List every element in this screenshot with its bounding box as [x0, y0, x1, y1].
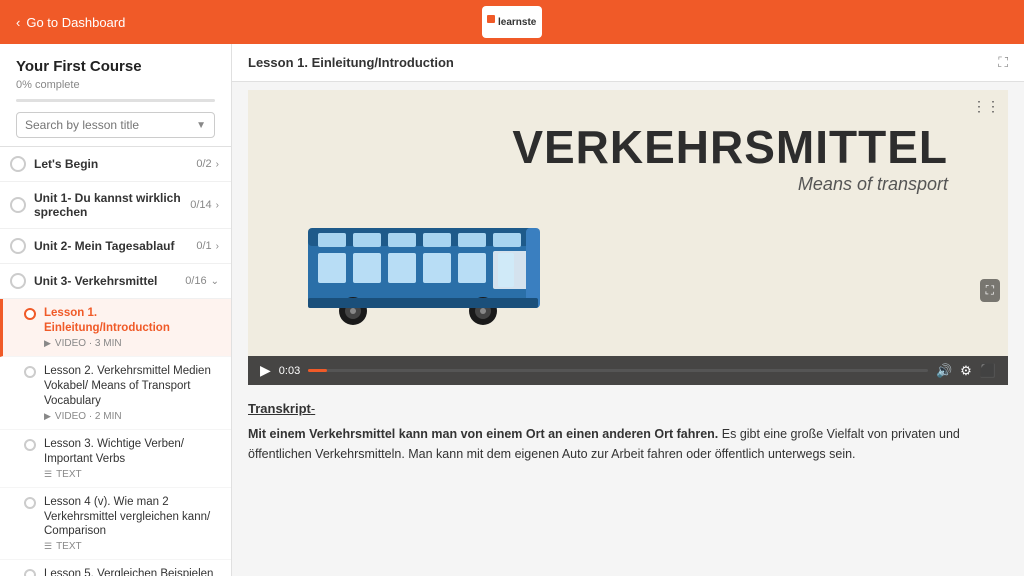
settings-icon[interactable]: ⚙ — [960, 363, 972, 379]
lesson-title: Lesson 1. Einleitung/Introduction — [44, 306, 219, 336]
transcript-section: Transkript- Mit einem Verkehrsmittel kan… — [232, 385, 1024, 480]
sidebar-item-lets-begin[interactable]: Let's Begin 0/2 › — [0, 147, 231, 182]
lesson-circle — [24, 308, 36, 320]
video-progress-bar[interactable] — [308, 369, 928, 372]
unit-circle — [10, 238, 26, 254]
video-icon: ▶ — [44, 338, 51, 349]
svg-text:learnster: learnster — [498, 17, 537, 28]
progress-bar-background — [16, 99, 215, 102]
transcript-dash: - — [311, 401, 315, 416]
video-icon: ▶ — [44, 411, 51, 422]
back-label: Go to Dashboard — [26, 15, 125, 30]
lesson-item-3[interactable]: Lesson 3. Wichtige Verben/ Important Ver… — [0, 430, 231, 488]
video-player: ⋮⋮ VERKEHRSMITTEL Means of transport — [248, 90, 1008, 385]
unit-circle — [10, 197, 26, 213]
lesson-item-1[interactable]: Lesson 1. Einleitung/Introduction ▶ VIDE… — [0, 299, 231, 357]
chevron-down-icon: › — [216, 159, 219, 170]
course-title: Your First Course — [16, 58, 215, 75]
lesson-info: Lesson 5. Vergleichen Beispielen ☰ TEXT — [44, 567, 219, 576]
lesson-title: Lesson 5. Vergleichen Beispielen — [44, 567, 219, 576]
text-icon: ☰ — [44, 469, 52, 480]
lesson-item-5[interactable]: Lesson 5. Vergleichen Beispielen ☰ TEXT — [0, 560, 231, 576]
top-bar: ‹ Go to Dashboard learnster — [0, 0, 1024, 44]
chevron-up-icon: ⌄ — [211, 276, 219, 287]
lesson-circle — [24, 497, 36, 509]
chevron-down-icon: › — [216, 241, 219, 252]
grid-icon[interactable]: ⋮⋮ — [972, 98, 1000, 115]
sidebar-item-unit1[interactable]: Unit 1- Du kannst wirklich sprechen 0/14… — [0, 182, 231, 229]
logo-text: learnster — [487, 11, 537, 34]
lesson-meta: ☰ TEXT — [44, 541, 219, 552]
lesson-circle — [24, 439, 36, 451]
unit-count: 0/16 — [185, 275, 206, 287]
bus-illustration — [298, 203, 558, 336]
lesson-circle — [24, 569, 36, 576]
lesson-meta: ☰ TEXT — [44, 469, 219, 480]
unit-name: Unit 2- Mein Tagesablauf — [34, 239, 196, 253]
chevron-down-icon: ▼ — [196, 120, 206, 131]
lesson-title: Lesson 2. Verkehrsmittel Medien Vokabel/… — [44, 364, 219, 409]
sidebar-item-unit3[interactable]: Unit 3- Verkehrsmittel 0/16 ⌄ — [0, 264, 231, 299]
play-button[interactable]: ▶ — [260, 362, 271, 379]
lesson-item-2[interactable]: Lesson 2. Verkehrsmittel Medien Vokabel/… — [0, 357, 231, 430]
lesson-type: VIDEO · 2 MIN — [55, 411, 122, 422]
sidebar-header: Your First Course 0% complete ▼ — [0, 44, 231, 147]
lesson-meta: ▶ VIDEO · 3 MIN — [44, 338, 219, 349]
unit-name: Unit 1- Du kannst wirklich sprechen — [34, 191, 190, 219]
lesson-title: Lesson 3. Wichtige Verben/ Important Ver… — [44, 437, 219, 467]
volume-icon[interactable]: 🔊 — [936, 363, 952, 379]
lesson-info: Lesson 2. Verkehrsmittel Medien Vokabel/… — [44, 364, 219, 422]
unit-name: Let's Begin — [34, 157, 196, 171]
sidebar-lesson-list: Let's Begin 0/2 › Unit 1- Du kannst wirk… — [0, 147, 231, 576]
video-controls: ▶ 0:03 🔊 ⚙ ⬛ — [248, 356, 1008, 385]
sidebar: Your First Course 0% complete ▼ Let's Be… — [0, 44, 232, 576]
transcript-bold: Mit einem Verkehrsmittel kann man von ei… — [248, 427, 718, 441]
unit-count: 0/2 — [196, 158, 211, 170]
progress-text: 0% complete — [16, 79, 215, 91]
back-arrow-icon: ‹ — [16, 15, 20, 30]
fullscreen-button[interactable]: ⛶ — [998, 54, 1008, 71]
main-layout: Your First Course 0% complete ▼ Let's Be… — [0, 44, 1024, 576]
search-input[interactable] — [25, 118, 196, 132]
video-controls-right: 🔊 ⚙ ⬛ — [936, 363, 996, 379]
lesson-title: Lesson 4 (v). Wie man 2 Verkehrsmittel v… — [44, 495, 219, 540]
lesson-item-4[interactable]: Lesson 4 (v). Wie man 2 Verkehrsmittel v… — [0, 488, 231, 561]
video-progress-fill — [308, 369, 327, 372]
unit-circle — [10, 273, 26, 289]
unit-count: 0/14 — [190, 199, 211, 211]
unit-circle — [10, 156, 26, 172]
unit-name: Unit 3- Verkehrsmittel — [34, 274, 185, 288]
current-time: 0:03 — [279, 365, 300, 377]
transcript-body: Mit einem Verkehrsmittel kann man von ei… — [248, 424, 1008, 464]
unit-count: 0/1 — [196, 240, 211, 252]
lesson-type: VIDEO · 3 MIN — [55, 338, 122, 349]
lesson-type: TEXT — [56, 541, 82, 552]
logo: learnster — [482, 6, 542, 38]
video-sub-title: Means of transport — [512, 174, 948, 195]
lesson-meta: ▶ VIDEO · 2 MIN — [44, 411, 219, 422]
lesson-info: Lesson 1. Einleitung/Introduction ▶ VIDE… — [44, 306, 219, 349]
text-icon: ☰ — [44, 541, 52, 552]
video-title-area: VERKEHRSMITTEL Means of transport — [512, 120, 948, 195]
search-box[interactable]: ▼ — [16, 112, 215, 138]
current-lesson-title: Lesson 1. Einleitung/Introduction — [248, 55, 454, 70]
lesson-title-bar: Lesson 1. Einleitung/Introduction ⛶ — [232, 44, 1024, 82]
lesson-info: Lesson 3. Wichtige Verben/ Important Ver… — [44, 437, 219, 480]
transcript-title: Transkript- — [248, 401, 1008, 416]
content-area: Lesson 1. Einleitung/Introduction ⛶ ⋮⋮ V… — [232, 44, 1024, 576]
chevron-down-icon: › — [216, 200, 219, 211]
back-to-dashboard-button[interactable]: ‹ Go to Dashboard — [16, 15, 125, 30]
video-thumbnail: ⋮⋮ VERKEHRSMITTEL Means of transport — [248, 90, 1008, 356]
sidebar-item-unit2[interactable]: Unit 2- Mein Tagesablauf 0/1 › — [0, 229, 231, 264]
fullscreen-icon[interactable]: ⬛ — [980, 363, 996, 379]
transcript-label: Transkript — [248, 401, 311, 416]
lesson-type: TEXT — [56, 469, 82, 480]
video-main-title: VERKEHRSMITTEL — [512, 120, 948, 174]
lesson-info: Lesson 4 (v). Wie man 2 Verkehrsmittel v… — [44, 495, 219, 553]
content-scroll-area[interactable]: ⋮⋮ VERKEHRSMITTEL Means of transport — [232, 82, 1024, 576]
pip-button[interactable]: ⛶ — [980, 279, 1000, 302]
lesson-circle — [24, 366, 36, 378]
